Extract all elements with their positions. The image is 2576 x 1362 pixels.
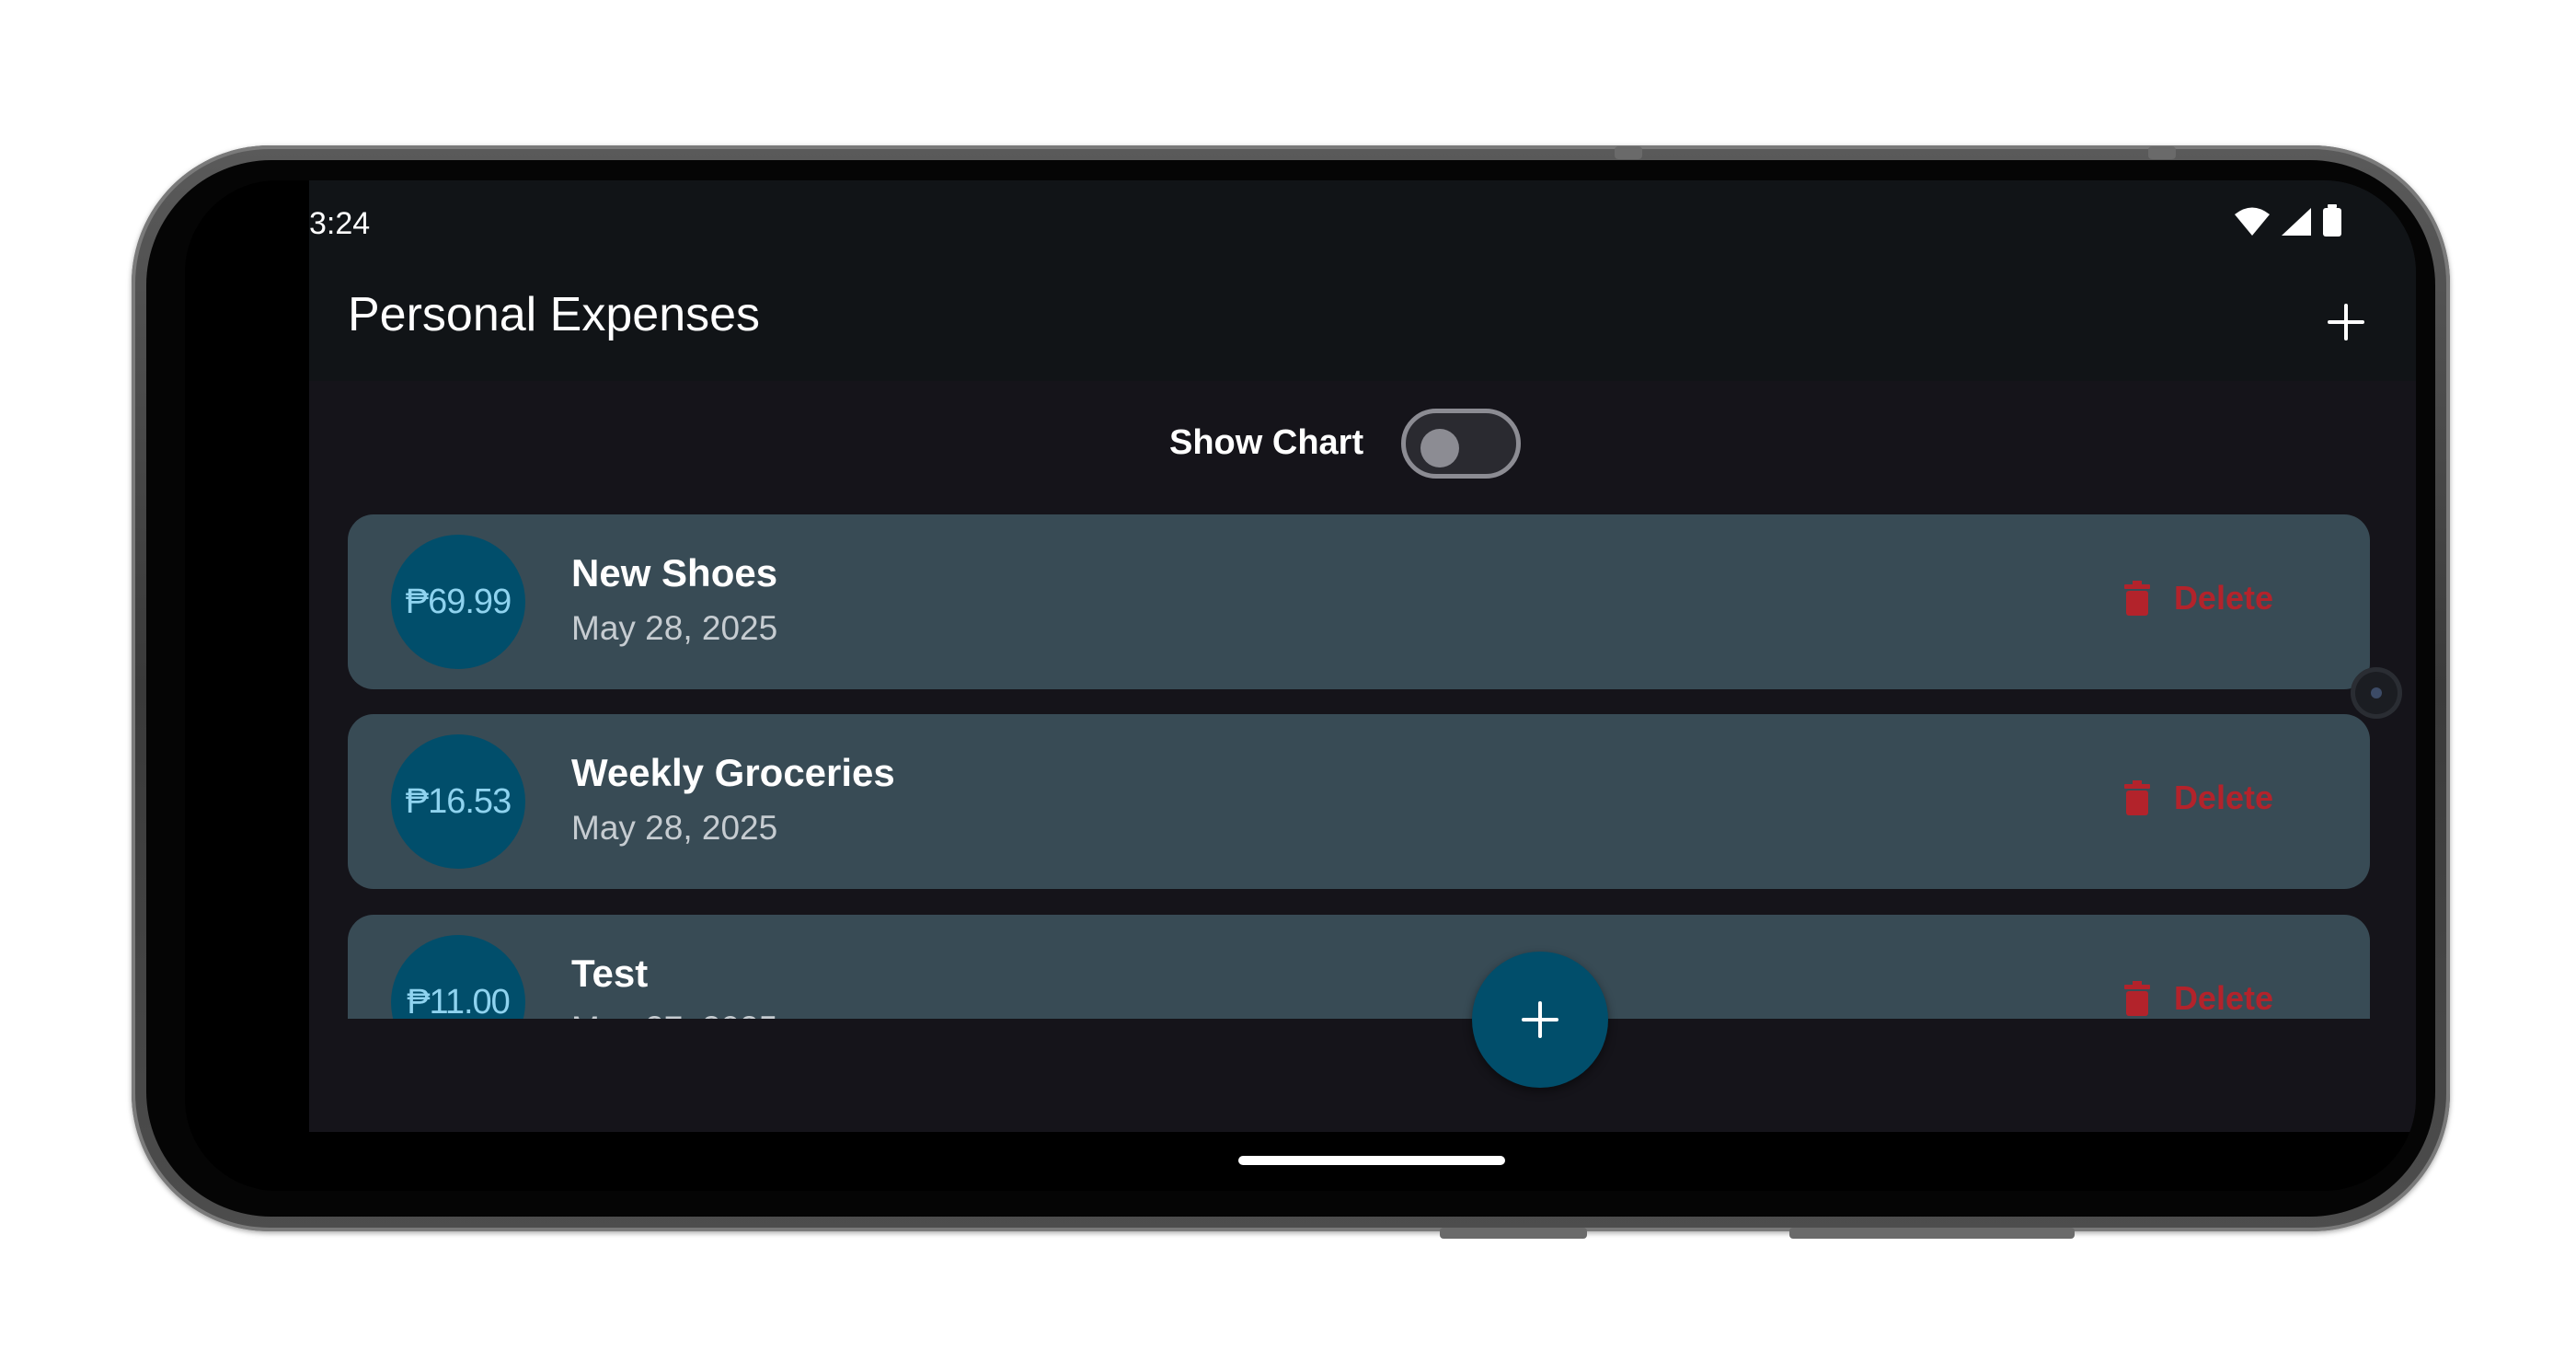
gesture-nav-bar[interactable] bbox=[1238, 1156, 1505, 1165]
delete-label: Delete bbox=[2173, 579, 2273, 617]
delete-button[interactable]: Delete bbox=[2123, 579, 2273, 618]
status-icons bbox=[2234, 204, 2342, 241]
expenses-app: 3:24 Personal Expenses Show Chart ₱69.99… bbox=[309, 180, 2416, 1132]
expense-date: May 28, 2025 bbox=[571, 809, 778, 847]
expense-title: New Shoes bbox=[571, 551, 778, 594]
signal-icon bbox=[2280, 206, 2313, 241]
expense-amount: ₱11.00 bbox=[407, 982, 511, 1020]
plus-icon bbox=[2328, 304, 2364, 340]
wifi-icon bbox=[2234, 206, 2271, 241]
delete-label: Delete bbox=[2173, 779, 2273, 816]
expense-title: Test bbox=[571, 952, 649, 995]
trash-icon bbox=[2123, 780, 2150, 815]
add-expense-button[interactable] bbox=[2315, 291, 2377, 353]
trash-icon bbox=[2123, 981, 2150, 1016]
status-bar: 3:24 bbox=[309, 180, 2416, 263]
front-camera bbox=[2351, 667, 2402, 719]
plus-icon bbox=[1522, 1001, 1558, 1038]
show-chart-label: Show Chart bbox=[1169, 423, 1364, 462]
expense-card: ₱11.00 Test May 27, 2025 Delete bbox=[348, 915, 2370, 1019]
trash-icon bbox=[2123, 581, 2150, 616]
page-title: Personal Expenses bbox=[348, 288, 761, 341]
volume-button bbox=[1615, 146, 1642, 159]
expense-card: ₱16.53 Weekly Groceries May 28, 2025 Del… bbox=[348, 714, 2370, 889]
expense-date: May 27, 2025 bbox=[571, 1010, 777, 1019]
device-screen: 3:24 Personal Expenses Show Chart ₱69.99… bbox=[185, 180, 2416, 1191]
expense-list[interactable]: ₱69.99 New Shoes May 28, 2025 Delete ₱16… bbox=[309, 514, 2416, 1019]
expense-date: May 28, 2025 bbox=[571, 609, 778, 647]
side-button-bottom-right bbox=[1789, 1228, 2075, 1239]
show-chart-row: Show Chart bbox=[309, 381, 2416, 501]
show-chart-switch[interactable] bbox=[1401, 409, 1521, 479]
power-button bbox=[2148, 146, 2176, 159]
expense-amount: ₱69.99 bbox=[405, 582, 512, 621]
expense-title: Weekly Groceries bbox=[571, 751, 895, 794]
switch-thumb bbox=[1420, 429, 1459, 467]
expense-amount: ₱16.53 bbox=[405, 781, 512, 821]
amount-avatar: ₱11.00 bbox=[391, 935, 525, 1019]
fab-add-expense[interactable] bbox=[1472, 952, 1608, 1088]
delete-label: Delete bbox=[2173, 979, 2273, 1017]
delete-button[interactable]: Delete bbox=[2123, 979, 2273, 1018]
amount-avatar: ₱69.99 bbox=[391, 535, 525, 669]
side-button-bottom-left bbox=[1440, 1228, 1587, 1239]
amount-avatar: ₱16.53 bbox=[391, 734, 525, 869]
app-bar: Personal Expenses bbox=[309, 263, 2416, 381]
delete-button[interactable]: Delete bbox=[2123, 779, 2273, 817]
expense-card: ₱69.99 New Shoes May 28, 2025 Delete bbox=[348, 514, 2370, 689]
status-time: 3:24 bbox=[309, 206, 371, 241]
battery-icon bbox=[2322, 204, 2342, 241]
